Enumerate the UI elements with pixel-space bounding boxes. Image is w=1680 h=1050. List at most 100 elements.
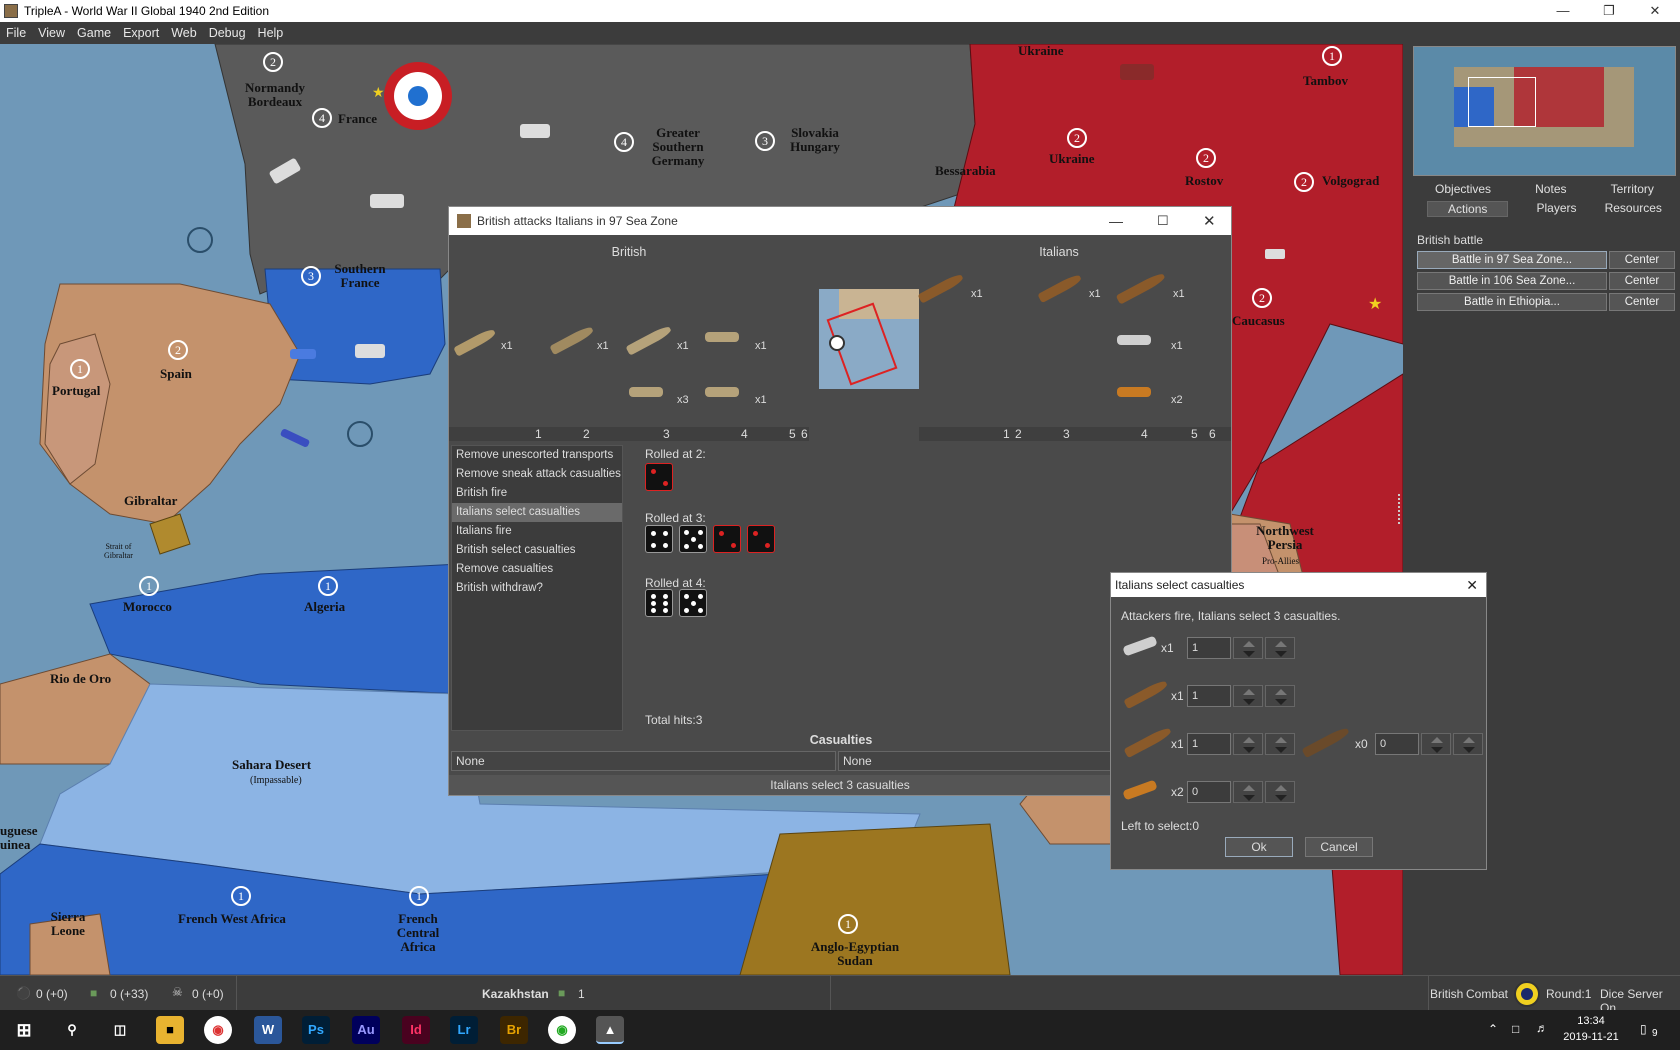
- spinner-arrows[interactable]: [1233, 781, 1263, 803]
- center-button[interactable]: Center: [1609, 293, 1675, 311]
- territory-label[interactable]: French Central Africa: [388, 912, 448, 954]
- audition-icon[interactable]: Au: [352, 1016, 380, 1044]
- casualty-spinner[interactable]: 0: [1375, 733, 1419, 755]
- clock-date[interactable]: 2019-11-21: [1560, 1031, 1622, 1043]
- casualty-spinner[interactable]: 1: [1187, 637, 1231, 659]
- step-item[interactable]: Remove casualties: [452, 560, 622, 579]
- territory-label[interactable]: Morocco: [123, 600, 172, 614]
- tab-actions[interactable]: Actions: [1427, 201, 1509, 217]
- close-button[interactable]: ✕: [1203, 212, 1216, 230]
- spinner-max-arrows[interactable]: [1265, 685, 1295, 707]
- territory-label[interactable]: Sahara Desert: [232, 758, 311, 772]
- unit-icon[interactable]: [355, 344, 385, 358]
- step-item[interactable]: Remove unescorted transports: [452, 446, 622, 465]
- tab-players[interactable]: Players: [1536, 201, 1576, 217]
- tab-objectives[interactable]: Objectives: [1435, 182, 1491, 196]
- casualty-spinner[interactable]: 0: [1187, 781, 1231, 803]
- step-item[interactable]: British fire: [452, 484, 622, 503]
- spinner-max-arrows[interactable]: [1265, 733, 1295, 755]
- unit-icon[interactable]: [1265, 249, 1285, 259]
- notification-icon[interactable]: ▯: [1640, 1022, 1647, 1036]
- territory-label[interactable]: Greater Southern Germany: [638, 126, 718, 168]
- spinner-max-arrows[interactable]: [1265, 637, 1295, 659]
- windows-start-icon[interactable]: ⊞: [10, 1016, 38, 1044]
- minimize-button[interactable]: —: [1540, 0, 1586, 22]
- territory-label[interactable]: uguese uinea: [0, 824, 50, 852]
- tab-resources[interactable]: Resources: [1605, 201, 1662, 217]
- menu-file[interactable]: File: [6, 26, 26, 40]
- casualty-spinner[interactable]: 1: [1187, 685, 1231, 707]
- step-item[interactable]: British withdraw?: [452, 579, 622, 598]
- chrome-alt-icon[interactable]: ◉: [548, 1016, 576, 1044]
- bridge-icon[interactable]: Br: [500, 1016, 528, 1044]
- step-item[interactable]: British select casualties: [452, 541, 622, 560]
- chevron-up-icon[interactable]: ⌃: [1488, 1022, 1498, 1036]
- step-item-selected[interactable]: Italians select casualties: [452, 503, 622, 522]
- center-button[interactable]: Center: [1609, 272, 1675, 290]
- spinner-arrows[interactable]: [1233, 685, 1263, 707]
- spinner-max-arrows[interactable]: [1453, 733, 1483, 755]
- territory-label[interactable]: Gibraltar: [124, 494, 177, 508]
- task-view-icon[interactable]: ◫: [106, 1016, 134, 1044]
- search-icon[interactable]: ⚲: [58, 1016, 86, 1044]
- territory-label[interactable]: Slovakia Hungary: [780, 126, 850, 154]
- menu-help[interactable]: Help: [258, 26, 284, 40]
- minimap[interactable]: [1413, 46, 1676, 176]
- territory-label[interactable]: Bessarabia: [935, 164, 996, 178]
- unit-icon[interactable]: [370, 194, 404, 208]
- maximize-button[interactable]: ☐: [1157, 213, 1169, 229]
- volume-icon[interactable]: ♬: [1536, 1021, 1548, 1035]
- spinner-arrows[interactable]: [1233, 733, 1263, 755]
- spinner-arrows[interactable]: [1421, 733, 1451, 755]
- word-icon[interactable]: W: [254, 1016, 282, 1044]
- restore-button[interactable]: ❐: [1586, 0, 1632, 22]
- territory-label[interactable]: Algeria: [304, 600, 345, 614]
- battle-button[interactable]: Battle in 97 Sea Zone...: [1417, 251, 1607, 269]
- network-icon[interactable]: □: [1512, 1022, 1519, 1036]
- tab-notes[interactable]: Notes: [1535, 182, 1566, 196]
- menu-web[interactable]: Web: [171, 26, 196, 40]
- menu-export[interactable]: Export: [123, 26, 159, 40]
- indesign-icon[interactable]: Id: [402, 1016, 430, 1044]
- step-item[interactable]: Italians fire: [452, 522, 622, 541]
- step-item[interactable]: Remove sneak attack casualties: [452, 465, 622, 484]
- menu-game[interactable]: Game: [77, 26, 111, 40]
- territory-label[interactable]: Sierra Leone: [38, 910, 98, 938]
- territory-label[interactable]: Spain: [160, 367, 192, 381]
- territory-label[interactable]: Northwest Persia: [1240, 524, 1330, 552]
- territory-label[interactable]: Ukraine: [1049, 152, 1095, 166]
- tab-territory[interactable]: Territory: [1611, 182, 1654, 196]
- battle-button[interactable]: Battle in 106 Sea Zone...: [1417, 272, 1607, 290]
- territory-label[interactable]: Volgograd: [1322, 174, 1379, 188]
- unit-icon[interactable]: [1120, 64, 1154, 80]
- triplea-icon[interactable]: ▲: [596, 1016, 624, 1044]
- clock-time[interactable]: 13:34: [1562, 1015, 1620, 1027]
- photoshop-icon[interactable]: Ps: [302, 1016, 330, 1044]
- territory-label[interactable]: Portugal: [52, 384, 100, 398]
- territory-label[interactable]: Southern France: [325, 262, 395, 290]
- territory-label[interactable]: Tambov: [1303, 74, 1348, 88]
- lightroom-icon[interactable]: Lr: [450, 1016, 478, 1044]
- close-button[interactable]: ✕: [1466, 573, 1478, 597]
- territory-label[interactable]: Ukraine: [1018, 44, 1064, 58]
- unit-icon[interactable]: [290, 349, 316, 359]
- casualty-spinner[interactable]: 1: [1187, 733, 1231, 755]
- spinner-max-arrows[interactable]: [1265, 781, 1295, 803]
- file-explorer-icon[interactable]: ■: [156, 1016, 184, 1044]
- territory-label[interactable]: Rostov: [1185, 174, 1223, 188]
- menu-view[interactable]: View: [38, 26, 65, 40]
- menu-debug[interactable]: Debug: [209, 26, 246, 40]
- territory-label[interactable]: Normandy Bordeaux: [240, 81, 310, 109]
- battle-button[interactable]: Battle in Ethiopia...: [1417, 293, 1607, 311]
- territory-label[interactable]: Rio de Oro: [50, 672, 111, 686]
- territory-label[interactable]: French West Africa: [178, 912, 286, 926]
- territory-label[interactable]: France: [338, 112, 377, 126]
- center-button[interactable]: Center: [1609, 251, 1675, 269]
- minimize-button[interactable]: —: [1109, 213, 1123, 229]
- cancel-button[interactable]: Cancel: [1305, 837, 1373, 857]
- unit-icon[interactable]: [520, 124, 550, 138]
- ok-button[interactable]: Ok: [1225, 837, 1293, 857]
- close-button[interactable]: ✕: [1632, 0, 1678, 22]
- chrome-icon[interactable]: ◉: [204, 1016, 232, 1044]
- territory-label[interactable]: Anglo-Egyptian Sudan: [800, 940, 910, 968]
